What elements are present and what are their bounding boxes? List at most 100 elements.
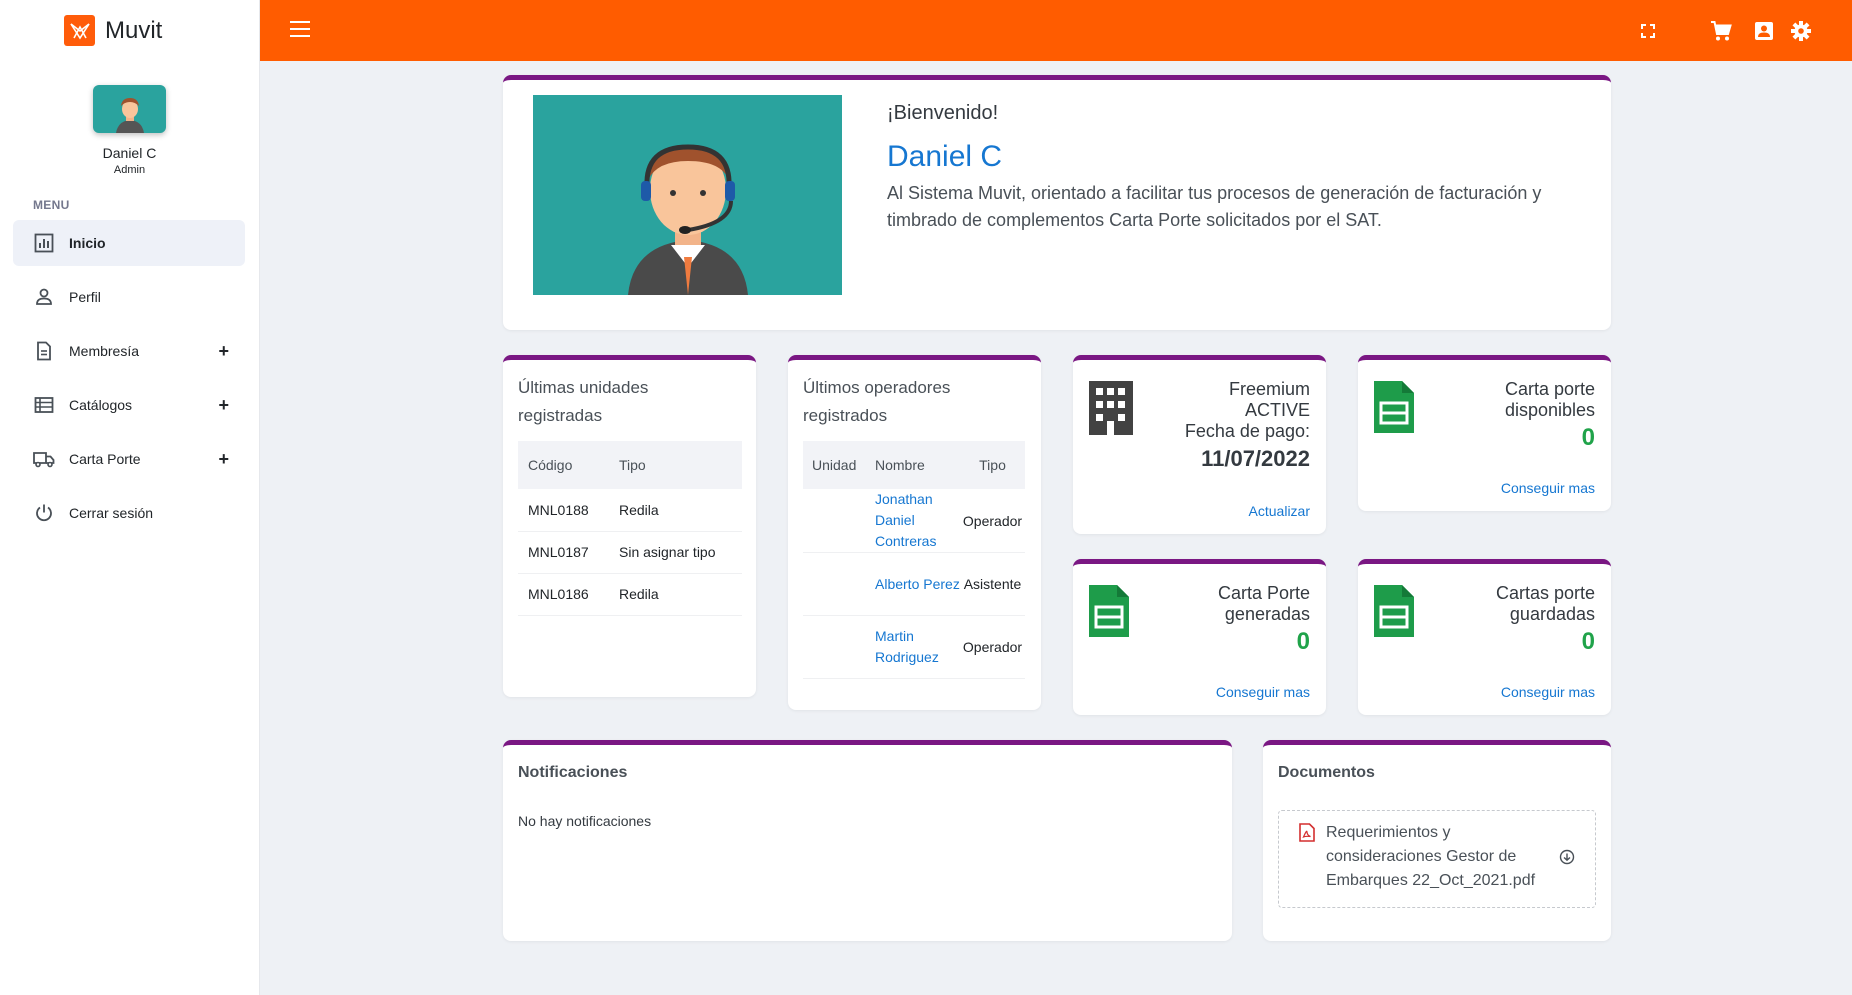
membership-status: ACTIVE — [1244, 400, 1310, 420]
available-info: Carta porte disponibles 0 — [1504, 379, 1595, 451]
table-row: Alberto Perez Asistente — [803, 552, 1025, 616]
operator-unit — [803, 489, 866, 553]
unit-type: Redila — [609, 573, 742, 616]
menu-icon[interactable] — [290, 21, 310, 37]
operator-type: Operador — [960, 615, 1025, 679]
membership-plan: Freemium — [1228, 379, 1310, 399]
sidebar-item-perfil[interactable]: Perfil — [13, 274, 245, 320]
sidebar-item-label: Cerrar sesión — [69, 505, 154, 521]
sheet-icon — [1372, 583, 1416, 644]
operator-name-link[interactable]: Jonathan Daniel Contreras — [866, 489, 960, 553]
operator-name-link[interactable]: Martin Rodriguez — [866, 615, 960, 679]
welcome-greeting: ¡Bienvenido! — [887, 102, 999, 124]
get-more-link[interactable]: Conseguir mas — [1501, 480, 1595, 496]
membership-date-label: Fecha de pago: — [1184, 421, 1310, 441]
notifications-card: Notificaciones No hay notificaciones — [503, 740, 1232, 941]
app-name: Muvit — [105, 16, 163, 44]
column-header-tipo: Tipo — [609, 441, 742, 489]
units-card: Últimas unidades registradas Código Tipo… — [503, 355, 756, 697]
update-membership-link[interactable]: Actualizar — [1249, 503, 1310, 519]
document-item[interactable]: Requerimientos y consideraciones Gestor … — [1278, 810, 1596, 908]
cart-icon[interactable] — [1710, 20, 1732, 42]
fullscreen-icon[interactable] — [1637, 20, 1659, 42]
column-header-tipo: Tipo — [960, 441, 1025, 489]
sidebar-item-carta-porte[interactable]: Carta Porte + — [13, 436, 245, 482]
operator-type: Operador — [960, 489, 1025, 553]
sidebar-menu: Inicio Perfil Membresía + Catálogos + Ca… — [0, 220, 259, 536]
stat-label: Cartas porte — [1495, 583, 1595, 603]
table-row: MNL0187 Sin asignar tipo — [518, 531, 742, 574]
brand[interactable]: Muvit — [0, 0, 259, 61]
operator-unit — [803, 552, 866, 616]
welcome-illustration — [533, 95, 842, 295]
unit-code: MNL0186 — [518, 573, 609, 616]
table-row: MNL0186 Redila — [518, 573, 742, 616]
avatar[interactable] — [93, 85, 166, 133]
stat-label: Carta Porte — [1217, 583, 1310, 603]
user-role: Admin — [113, 164, 146, 176]
expand-icon[interactable]: + — [218, 341, 229, 362]
stat-value: 0 — [1296, 628, 1310, 655]
sidebar-item-cerrar-sesion[interactable]: Cerrar sesión — [13, 490, 245, 536]
sidebar-item-catalogos[interactable]: Catálogos + — [13, 382, 245, 428]
operators-table: Unidad Nombre Tipo Jonathan Daniel Contr… — [803, 441, 1025, 679]
chart-icon — [33, 232, 55, 254]
topbar — [260, 0, 1852, 61]
download-icon[interactable] — [1559, 849, 1575, 870]
notifications-title: Notificaciones — [518, 764, 628, 781]
operators-title: Últimos operadores registrados — [803, 378, 951, 425]
membership-card: Freemium ACTIVE Fecha de pago: 11/07/202… — [1073, 355, 1326, 534]
expand-icon[interactable]: + — [218, 395, 229, 416]
stat-label: disponibles — [1504, 400, 1595, 420]
stat-value: 0 — [1581, 424, 1595, 451]
user-name: Daniel C — [102, 145, 157, 161]
sidebar-item-label: Carta Porte — [69, 451, 141, 467]
stat-label: guardadas — [1509, 604, 1595, 624]
sidebar: Muvit Daniel C Admin MENU Inicio Perfil — [0, 0, 260, 995]
column-header-codigo: Código — [518, 441, 609, 489]
sidebar-item-label: Perfil — [69, 289, 101, 305]
building-icon — [1087, 379, 1135, 442]
truck-icon — [33, 448, 55, 470]
saved-info: Cartas porte guardadas 0 — [1495, 583, 1595, 655]
generated-card: Carta Porte generadas 0 Conseguir mas — [1073, 559, 1326, 715]
user-profile: Daniel C Admin — [0, 61, 259, 176]
muvit-logo-icon — [64, 15, 95, 46]
membership-info: Freemium ACTIVE Fecha de pago: 11/07/202… — [1184, 379, 1310, 470]
gear-icon[interactable] — [1790, 20, 1812, 42]
pdf-icon — [1299, 823, 1315, 847]
table-row: Jonathan Daniel Contreras Operador — [803, 489, 1025, 553]
units-title: Últimas unidades registradas — [518, 378, 649, 425]
document-name: Requerimientos y consideraciones Gestor … — [1326, 824, 1536, 889]
operator-name-link[interactable]: Alberto Perez — [866, 552, 960, 616]
welcome-card: ¡Bienvenido! Daniel C Al Sistema Muvit, … — [503, 75, 1611, 330]
expand-icon[interactable]: + — [218, 449, 229, 470]
sidebar-item-membresia[interactable]: Membresía + — [13, 328, 245, 374]
sidebar-item-inicio[interactable]: Inicio — [13, 220, 245, 266]
column-header-nombre: Nombre — [866, 441, 960, 489]
menu-title: MENU — [33, 198, 70, 212]
available-card: Carta porte disponibles 0 Conseguir mas — [1358, 355, 1611, 511]
power-icon — [33, 502, 55, 524]
welcome-user-name: Daniel C — [887, 140, 1003, 173]
operator-unit — [803, 615, 866, 679]
units-table: Código Tipo MNL0188 Redila MNL0187 Sin a… — [518, 441, 742, 616]
document-icon — [33, 340, 55, 362]
stat-label: generadas — [1224, 604, 1310, 624]
contact-icon[interactable] — [1753, 20, 1775, 42]
sheet-icon — [1372, 379, 1416, 440]
unit-type: Redila — [609, 489, 742, 532]
documents-card: Documentos Requerimientos y consideracio… — [1263, 740, 1611, 941]
welcome-description: Al Sistema Muvit, orientado a facilitar … — [887, 183, 1542, 230]
get-more-link[interactable]: Conseguir mas — [1216, 684, 1310, 700]
get-more-link[interactable]: Conseguir mas — [1501, 684, 1595, 700]
operators-card: Últimos operadores registrados Unidad No… — [788, 355, 1041, 710]
sidebar-item-label: Membresía — [69, 343, 140, 359]
stat-value: 0 — [1581, 628, 1595, 655]
sidebar-item-label: Catálogos — [69, 397, 133, 413]
sheet-icon — [1087, 583, 1131, 644]
table-row: Martin Rodriguez Operador — [803, 615, 1025, 679]
column-header-unidad: Unidad — [803, 441, 866, 489]
notifications-empty: No hay notificaciones — [518, 813, 652, 829]
table-row: MNL0188 Redila — [518, 489, 742, 532]
